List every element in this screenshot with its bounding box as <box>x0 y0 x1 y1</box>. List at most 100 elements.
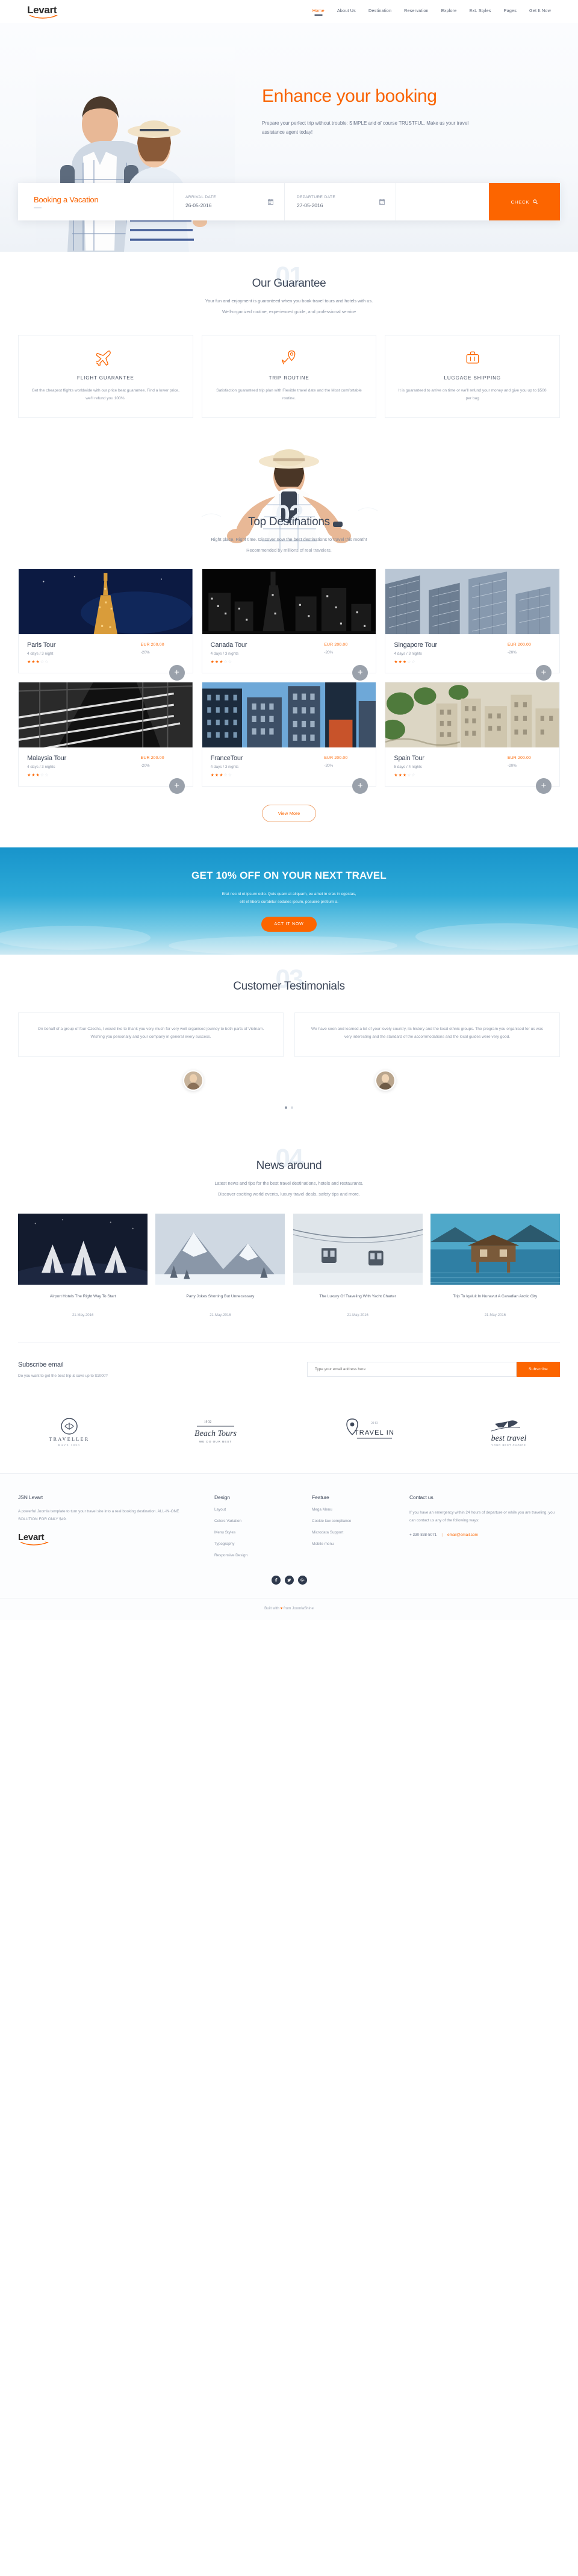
promo-cta-button[interactable]: ACT IT NOW <box>261 917 317 932</box>
nav-item-ext-styles[interactable]: Ext. Styles <box>470 8 491 16</box>
tour-add-button[interactable]: + <box>169 778 185 794</box>
nav-item-reservation[interactable]: Reservation <box>404 8 429 16</box>
airplane-icon <box>30 349 182 367</box>
news-title: Trip To Iqaluit In Nunavut A Canadian Ar… <box>453 1294 538 1299</box>
twitter-icon[interactable] <box>284 1575 294 1585</box>
destinations-subtitle: Right place, Right time. Discover now th… <box>211 536 367 542</box>
footer-link[interactable]: Responsive Design <box>214 1553 296 1558</box>
guarantee-header: 01 Our Guarantee Your fun and enjoyment … <box>18 261 560 314</box>
tour-card[interactable]: + Malaysia Tour 4 days / 3 nights ★★★☆☆ EUR … <box>18 681 193 794</box>
testimonials-title: Customer Testimonials <box>233 979 345 993</box>
tour-card[interactable]: + Singapore Tour 4 days / 3 nights ★★★☆☆ EUR… <box>385 568 560 681</box>
news-card[interactable]: The Luxury Of Traveling With Yacht Chart… <box>293 1213 423 1317</box>
svg-text:RAVE 1890: RAVE 1890 <box>58 1444 81 1447</box>
footer-link[interactable]: Mega Menu <box>312 1508 394 1512</box>
tour-card[interactable]: + FranceTour 4 days / 3 nights ★★★☆☆ EUR 200… <box>201 681 377 794</box>
subscribe-button[interactable]: Subscribe <box>517 1362 560 1377</box>
news-card[interactable]: Party Jokes Shorting But Unnecessary 21-M… <box>155 1213 285 1317</box>
testimonials-section: 03 Customer Testimonials On behalf of a … <box>0 955 578 1134</box>
tour-card[interactable]: + Canada Tour 4 days / 3 nights ★★★☆☆ EUR 20… <box>201 568 377 681</box>
contact-email[interactable]: email@email.com <box>447 1533 478 1537</box>
tour-card[interactable]: + Spain Tour 5 days / 4 nights ★★★☆☆ EUR 200… <box>385 681 560 794</box>
logo[interactable]: Levart <box>27 5 99 19</box>
avatar <box>374 1070 396 1091</box>
guarantee-cards: FLIGHT GUARANTEE Get the cheapest flights… <box>18 335 561 418</box>
destinations-title: Top Destinations <box>248 515 330 528</box>
nav-item-explore[interactable]: Explore <box>441 8 457 16</box>
tour-duration: 4 days / 3 nights <box>27 764 55 769</box>
footer-about-title: JSN Levart <box>18 1494 43 1500</box>
check-button[interactable]: CHECK <box>489 183 560 220</box>
nav-item-about-us[interactable]: About Us <box>337 8 356 16</box>
hero-subtitle: Prepare your perfect trip without troubl… <box>262 120 469 135</box>
tour-add-button[interactable]: + <box>352 778 368 794</box>
nav-item-home[interactable]: Home <box>312 8 325 16</box>
view-more-button[interactable]: View More <box>261 804 317 822</box>
nav-item-get-it-now[interactable]: Get It Now <box>529 8 551 16</box>
footer-link[interactable]: Microdata Support <box>312 1530 394 1535</box>
footer-link[interactable]: Mobile menu <box>312 1542 394 1546</box>
tour-discount: -20% <box>324 650 334 655</box>
view-more-wrapper: View More <box>18 804 560 822</box>
arrival-date-field[interactable]: ARRIVAL DATE 26-05-2016 <box>173 183 285 220</box>
subscribe-email-input[interactable] <box>307 1362 517 1377</box>
luggage-icon <box>396 349 548 367</box>
tour-add-button[interactable]: + <box>169 664 185 681</box>
footer-logo[interactable]: Levart <box>18 1533 90 1545</box>
hero-copy: Enhance your booking Prepare your perfec… <box>262 86 533 137</box>
tour-discount: -20% <box>507 650 517 655</box>
footer-link[interactable]: Cookie law compliance <box>312 1519 394 1523</box>
nav-item-destination[interactable]: Destination <box>368 8 391 16</box>
guarantee-card: LUGGAGE SHIPPING It is guaranteed to arri… <box>385 335 561 418</box>
tour-info: Spain Tour 5 days / 4 nights ★★★☆☆ <box>394 755 508 778</box>
news-title: News around <box>256 1159 322 1172</box>
tour-duration: 4 days / 3 nights <box>394 651 422 656</box>
subscribe-section: Subscribe email Do you want to get the b… <box>18 1342 560 1399</box>
footer-link[interactable]: Layout <box>214 1508 296 1512</box>
social-links <box>18 1558 560 1598</box>
tour-price: EUR 200.00 <box>140 642 164 647</box>
footer-contact-column: Contact us If you have an emergency with… <box>409 1494 559 1558</box>
subscribe-copy: Subscribe email Do you want to get the b… <box>18 1361 223 1378</box>
testimonial-cards: On behalf of a group of four Czechs, I w… <box>18 1012 560 1057</box>
pagination-dot[interactable] <box>285 1106 287 1109</box>
tour-pricing: EUR 200.00 -20% <box>508 641 551 664</box>
tour-add-button[interactable]: + <box>352 664 368 681</box>
guarantee-title: Our Guarantee <box>252 277 326 290</box>
pagination-dot[interactable] <box>291 1106 293 1109</box>
tour-duration: 4 days / 3 nights <box>210 651 239 656</box>
tour-body: Malaysia Tour 4 days / 3 nights ★★★☆☆ EUR 2… <box>19 747 193 786</box>
footer-feature-links: Mega Menu Cookie law compliance Microdata … <box>312 1508 394 1546</box>
footer-link[interactable]: Menu Styles <box>214 1530 296 1535</box>
news-card[interactable]: Airport Hotels The Right Way To Start 21-… <box>18 1213 148 1317</box>
facebook-icon[interactable] <box>271 1575 281 1585</box>
departure-date-field[interactable]: DEPARTURE DATE 27-05-2016 <box>285 183 396 220</box>
tour-add-button[interactable]: + <box>535 778 552 794</box>
testimonial-card: We have seen and learned a lot of your l… <box>294 1012 560 1057</box>
tour-name: Paris Tour <box>27 641 56 649</box>
calendar-icon <box>268 199 273 205</box>
tour-price: EUR 200.00 <box>507 642 531 647</box>
promo-line-2: elit et libero curabitur sodales ipsum, … <box>240 900 338 905</box>
svg-text:20 83: 20 83 <box>371 1422 378 1425</box>
contact-phone[interactable]: + 330-838-5071 <box>409 1533 437 1537</box>
tour-name: Canada Tour <box>210 641 247 649</box>
tour-price: EUR 200.00 <box>324 642 348 647</box>
promo-line-1: Erat nec id et ipsum odio. Quis quam at … <box>222 892 356 896</box>
tour-rating: ★★★☆☆ <box>394 660 416 664</box>
tour-price: EUR 200.00 <box>507 755 531 760</box>
google-plus-icon[interactable] <box>297 1575 307 1585</box>
nav-item-pages[interactable]: Pages <box>504 8 517 16</box>
footer-link[interactable]: Colors Variation <box>214 1519 296 1523</box>
tour-name: Malaysia Tour <box>27 754 67 762</box>
guarantee-card-title: FLIGHT GUARANTEE <box>76 375 134 381</box>
footer-feature-title: Feature <box>312 1494 329 1500</box>
footer-link[interactable]: Typography <box>214 1542 296 1546</box>
news-card[interactable]: Trip To Iqaluit In Nunavut A Canadian Ar… <box>430 1213 560 1317</box>
testimonials-header: 03 Customer Testimonials <box>18 964 560 994</box>
subscribe-subtitle: Do you want to get the best trip & save … <box>18 1373 108 1378</box>
tour-card[interactable]: + Paris Tour 4 days / 3 night ★★★☆☆ EUR 200.… <box>18 568 193 681</box>
tour-add-button[interactable]: + <box>535 664 552 681</box>
contact-separator: | <box>441 1532 443 1537</box>
tour-discount: -20% <box>507 763 517 768</box>
